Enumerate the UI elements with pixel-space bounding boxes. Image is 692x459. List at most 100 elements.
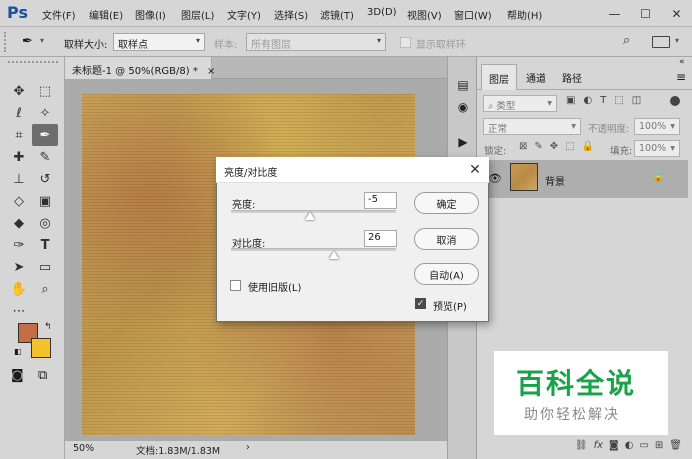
type-filter-icon[interactable]: T — [600, 95, 606, 106]
marquee-tool-icon[interactable]: ⬚ — [32, 80, 58, 102]
auto-button[interactable]: 自动(A) — [414, 263, 479, 285]
maximize-button[interactable]: ☐ — [630, 0, 661, 27]
status-menu-arrow-icon[interactable]: › — [246, 442, 250, 453]
contrast-slider-track[interactable] — [231, 248, 396, 251]
eyedropper-tool-icon[interactable]: ✒ — [22, 34, 33, 49]
tab-paths[interactable]: 路径 — [555, 64, 589, 90]
link-layers-icon[interactable]: ⛓ — [575, 440, 588, 451]
search-icon[interactable]: ⌕ — [623, 33, 630, 48]
dialog-close-icon[interactable]: ✕ — [466, 161, 484, 179]
magic-wand-tool-icon[interactable]: ✧ — [32, 102, 58, 124]
pixel-filter-icon[interactable]: ▣ — [566, 95, 575, 106]
gradient-tool-icon[interactable]: ▣ — [32, 190, 58, 212]
screen-mode-icon[interactable]: ⧉ — [38, 368, 47, 383]
show-ring-label: 显示取样环 — [416, 40, 466, 51]
menu-filter[interactable]: 滤镜(T) — [320, 7, 354, 22]
preview-checkbox[interactable]: ✓ — [415, 298, 426, 309]
rectangle-tool-icon[interactable]: ▭ — [32, 256, 58, 278]
panel-menu-icon[interactable]: ≡ — [676, 70, 686, 84]
new-group-icon[interactable]: ▭ — [639, 440, 648, 451]
workspace-caret-icon[interactable]: ▾ — [675, 36, 679, 45]
more-tools-icon[interactable]: ⋯ — [6, 300, 32, 322]
contrast-input[interactable]: 26 — [364, 230, 397, 247]
menu-view[interactable]: 视图(V) — [407, 7, 442, 22]
menu-layer[interactable]: 图层(L) — [181, 7, 214, 22]
tab-channels[interactable]: 通道 — [519, 64, 553, 90]
close-tab-icon[interactable]: × — [207, 66, 215, 77]
minimize-button[interactable]: — — [599, 0, 630, 27]
menu-select[interactable]: 选择(S) — [274, 7, 308, 22]
shape-filter-icon[interactable]: ⬚ — [614, 95, 623, 106]
history-brush-tool-icon[interactable]: ↺ — [32, 168, 58, 190]
dialog-title: 亮度/对比度 — [224, 168, 278, 179]
zoom-tool-icon[interactable]: ⌕ — [32, 278, 58, 300]
history-panel-icon[interactable]: ▤ — [454, 76, 472, 94]
delete-layer-icon[interactable]: 🗑 — [669, 440, 682, 451]
brush-tool-icon[interactable]: ✎ — [32, 146, 58, 168]
add-mask-icon[interactable]: ◙ — [609, 440, 619, 451]
smart-object-filter-icon[interactable]: ◫ — [632, 95, 641, 106]
new-layer-icon[interactable]: ⊞ — [655, 440, 663, 451]
document-tab[interactable]: 未标题-1 @ 50%(RGB/8) * × — [65, 57, 215, 79]
lock-position-icon[interactable]: ✥ — [550, 141, 558, 152]
sample-size-value: 取样点 — [118, 40, 148, 51]
actions-play-icon[interactable]: ▶ — [454, 133, 472, 151]
lock-artboard-icon[interactable]: ⬚ — [565, 141, 574, 152]
lock-transparency-icon[interactable]: ⊠ — [519, 141, 527, 152]
quick-mask-icon[interactable]: ◙ — [11, 368, 24, 383]
eraser-tool-icon[interactable]: ◇ — [6, 190, 32, 212]
menu-window[interactable]: 窗口(W) — [454, 7, 492, 22]
chevron-down-icon: ▾ — [195, 36, 200, 45]
move-tool-icon[interactable]: ✥ — [6, 80, 32, 102]
swap-colors-icon[interactable]: ↰ — [44, 322, 52, 332]
sample-select[interactable]: 所有图层 ▾ — [246, 33, 386, 51]
blur-tool-icon[interactable]: ◆ — [6, 212, 32, 234]
close-button[interactable]: ✕ — [661, 0, 692, 27]
zoom-level[interactable]: 50% — [73, 443, 94, 454]
tool-preset-caret-icon[interactable]: ▾ — [40, 36, 44, 45]
menu-image[interactable]: 图像(I) — [135, 7, 166, 22]
menu-file[interactable]: 文件(F) — [42, 7, 76, 22]
ok-button[interactable]: 确定 — [414, 192, 479, 214]
menu-edit[interactable]: 编辑(E) — [89, 7, 123, 22]
visibility-eye-icon[interactable]: 👁 — [488, 172, 502, 185]
fx-icon[interactable]: fx — [594, 440, 603, 451]
cancel-button[interactable]: 取消 — [414, 228, 479, 250]
dodge-tool-icon[interactable]: ◎ — [32, 212, 58, 234]
sample-value: 所有图层 — [251, 40, 291, 51]
show-ring-checkbox[interactable] — [400, 37, 411, 48]
filter-toggle-icon[interactable] — [670, 96, 680, 106]
clone-stamp-tool-icon[interactable]: ⊥ — [6, 168, 32, 190]
eyedropper-tool-icon[interactable]: ✒ — [32, 124, 58, 146]
adjustment-layer-icon[interactable]: ◐ — [625, 440, 634, 451]
menu-3d[interactable]: 3D(D) — [367, 7, 397, 18]
legacy-checkbox[interactable] — [230, 280, 241, 291]
adjustment-filter-icon[interactable]: ◐ — [583, 95, 592, 106]
lasso-tool-icon[interactable]: ℓ — [6, 102, 32, 124]
workspace-icon[interactable] — [652, 36, 670, 48]
menu-help[interactable]: 帮助(H) — [507, 7, 542, 22]
brightness-input[interactable]: -5 — [364, 192, 397, 209]
background-color-swatch[interactable] — [31, 338, 51, 358]
crop-tool-icon[interactable]: ⌗ — [6, 124, 32, 146]
chevron-down-icon: ▾ — [670, 143, 675, 154]
pen-tool-icon[interactable]: ✑ — [6, 234, 32, 256]
menu-type[interactable]: 文字(Y) — [227, 7, 261, 22]
healing-brush-tool-icon[interactable]: ✚ — [6, 146, 32, 168]
blend-mode-select[interactable]: 正常 ▾ — [483, 118, 581, 135]
hand-tool-icon[interactable]: ✋ — [6, 278, 32, 300]
path-selection-tool-icon[interactable]: ➤ — [6, 256, 32, 278]
layer-filter-select[interactable]: ⌕ 类型 ▾ — [483, 95, 557, 112]
type-tool-icon[interactable]: T — [32, 234, 58, 256]
lock-all-icon[interactable]: 🔒 — [582, 141, 594, 152]
opacity-input[interactable]: 100% ▾ — [634, 118, 680, 135]
default-colors-icon[interactable]: ◧ — [14, 347, 22, 356]
sample-size-label: 取样大小: — [64, 40, 108, 51]
contrast-slider-thumb[interactable] — [329, 251, 339, 259]
fill-input[interactable]: 100% ▾ — [634, 140, 680, 157]
brightness-slider-thumb[interactable] — [305, 212, 315, 220]
tab-layers[interactable]: 图层 — [481, 64, 517, 90]
sample-size-select[interactable]: 取样点 ▾ — [113, 33, 205, 51]
lock-pixels-icon[interactable]: ✎ — [534, 141, 542, 152]
properties-panel-icon[interactable]: ◉ — [454, 98, 472, 116]
